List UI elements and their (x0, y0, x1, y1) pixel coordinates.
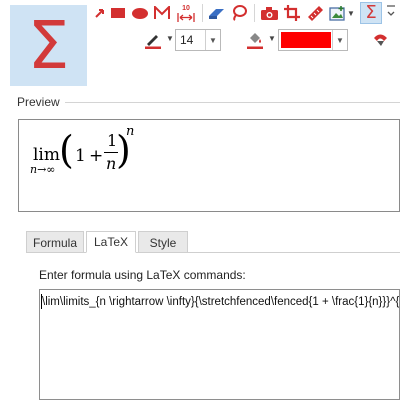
preview-divider (65, 102, 400, 103)
color-dropdown[interactable]: ▼ (278, 29, 348, 51)
scroll-down-icon[interactable] (384, 2, 398, 24)
pointer-arrow-icon[interactable] (92, 2, 108, 24)
eraser-icon[interactable] (206, 2, 226, 24)
latex-instruction: Enter formula using LaTeX commands: (39, 268, 246, 282)
math-one: 1 (75, 146, 86, 166)
tab-style[interactable]: Style (138, 231, 188, 253)
crop-icon[interactable] (282, 2, 302, 24)
insert-image-icon[interactable]: ▼ (328, 2, 356, 24)
formula-sigma-icon: Σ (365, 2, 377, 23)
math-denominator: n (106, 154, 117, 173)
preview-label: Preview (17, 95, 60, 109)
measure-number: 10 (182, 4, 190, 12)
math-plus: + (89, 146, 104, 166)
color-swatch (281, 32, 331, 48)
lasso-icon[interactable] (229, 2, 249, 24)
math-exponent: n (126, 124, 135, 139)
sigma-logo-glyph: Σ (27, 6, 70, 84)
pen-icon[interactable] (142, 29, 164, 51)
latex-editor[interactable]: \lim\limits_{n \rightarrow \infty}{\stre… (39, 289, 400, 400)
formula-sigma-button[interactable]: Σ (360, 2, 382, 24)
math-lim: lim (33, 145, 60, 165)
chevron-down-icon[interactable]: ▼ (205, 30, 220, 50)
toolbar-row-1: 10 ▼ Σ (92, 2, 400, 24)
ruler-icon[interactable] (305, 2, 325, 24)
measure-width-icon[interactable]: 10 (175, 2, 197, 24)
envelope-shape-icon[interactable] (152, 2, 172, 24)
fill-dropdown-arrow[interactable]: ▼ (268, 34, 276, 43)
tab-latex[interactable]: LaTeX (86, 231, 136, 253)
math-subscript: n→∞ (30, 163, 56, 176)
app-logo: Σ (10, 5, 87, 86)
marker-icon[interactable] (370, 29, 392, 51)
font-size-dropdown[interactable]: 14 ▼ (175, 29, 221, 51)
tab-formula[interactable]: Formula (26, 231, 84, 253)
ellipse-icon[interactable] (130, 2, 150, 24)
toolbar-row-2: ▼ 14 ▼ ▼ ▼ (92, 28, 400, 52)
chevron-down-icon[interactable]: ▼ (332, 30, 347, 50)
rectangle-icon[interactable] (109, 2, 127, 24)
fill-bucket-icon[interactable] (244, 29, 266, 51)
latex-code[interactable]: \lim\limits_{n \rightarrow \infty}{\stre… (42, 296, 399, 308)
pen-dropdown-arrow[interactable]: ▼ (166, 34, 174, 43)
camera-icon[interactable] (259, 2, 279, 24)
math-left-paren: ( (59, 128, 74, 172)
font-size-value: 14 (180, 33, 194, 47)
